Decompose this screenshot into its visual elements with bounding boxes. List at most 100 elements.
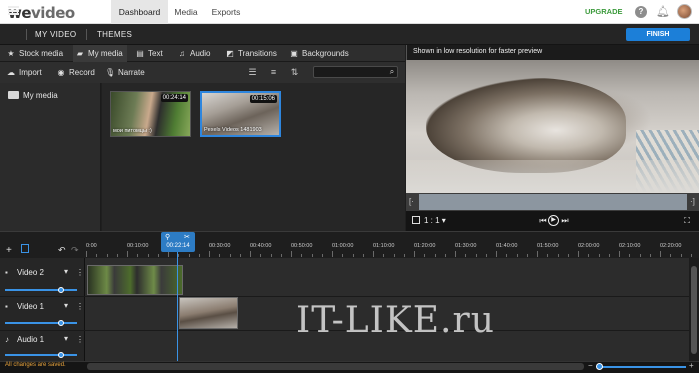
marker-pin-icon[interactable]: ⚲	[165, 233, 170, 241]
folder-item-my-media[interactable]: My media	[8, 91, 58, 100]
track-volume-slider[interactable]	[5, 354, 77, 356]
finish-button[interactable]: FINISH	[626, 28, 690, 41]
ruler-tick-mark	[127, 251, 128, 257]
ruler-tick-label: 01:00:00	[332, 243, 354, 249]
record-icon: ◉	[57, 68, 65, 77]
ruler-tick-mark	[485, 254, 487, 257]
ruler-tick-mark	[649, 254, 651, 257]
trim-start-handle-icon[interactable]: [·	[409, 197, 414, 206]
trim-range[interactable]	[419, 194, 687, 210]
nav-tab-exports[interactable]: Exports	[206, 0, 246, 24]
chevron-down-icon[interactable]: ▾	[64, 301, 68, 310]
track-volume-slider[interactable]	[5, 322, 77, 324]
more-options-icon[interactable]: ⋮	[76, 302, 84, 311]
bell-icon[interactable]: 🔔︎	[656, 5, 670, 18]
tab-my-media[interactable]: ▰ My media	[73, 45, 127, 62]
tab-audio[interactable]: ♫ Audio	[177, 45, 210, 62]
track-volume-knob[interactable]	[58, 320, 64, 326]
ruler-tick-label: 00:40:00	[250, 243, 272, 249]
import-button[interactable]: ☁ Import	[6, 62, 42, 83]
more-options-icon[interactable]: ⋮	[76, 268, 84, 277]
panel-resize-handle-icon[interactable]: ⋮	[403, 122, 411, 131]
avatar[interactable]	[677, 4, 692, 19]
hamburger-menu-icon[interactable]	[8, 6, 19, 15]
timeline-horizontal-scrollbar[interactable]	[87, 363, 584, 370]
add-track-icon[interactable]: +	[6, 245, 12, 256]
ruler-tick-mark	[557, 254, 559, 257]
ruler-tick-label: 02:00:00	[578, 243, 600, 249]
playhead-time: 00:22:14	[166, 243, 190, 249]
sort-icon[interactable]: ⇅	[289, 67, 300, 77]
safe-zone-checkbox[interactable]	[412, 216, 420, 224]
more-options-icon[interactable]: ⋮	[76, 335, 84, 344]
timeline-clip[interactable]	[179, 297, 238, 329]
tab-transitions[interactable]: ◩ Transitions	[225, 45, 277, 62]
track-name[interactable]: Video 2	[17, 268, 44, 277]
track-volume-knob[interactable]	[58, 352, 64, 358]
ruler-tick-mark	[86, 251, 87, 257]
search-icon[interactable]: ⌕	[386, 66, 398, 78]
tab-backgrounds[interactable]: ▣ Backgrounds	[289, 45, 348, 62]
filter-icon[interactable]: ≡	[268, 67, 279, 77]
preview-video-frame[interactable]	[406, 60, 699, 193]
ruler-tick-label: 0:00	[86, 243, 97, 249]
trim-end-handle-icon[interactable]: ·]	[690, 197, 695, 206]
video-track-icon: ▪	[5, 268, 8, 277]
ruler-tick-mark	[280, 254, 282, 257]
themes-button[interactable]: THEMES	[97, 24, 132, 45]
undo-icon[interactable]: ↶	[58, 245, 66, 256]
zoom-slider-knob[interactable]	[596, 363, 603, 370]
aspect-ratio-select[interactable]: 1 : 1 ▾	[424, 211, 446, 231]
ruler-tick-mark	[96, 254, 98, 257]
playhead-line[interactable]	[177, 250, 178, 361]
clip-name: мои питомцы :)	[113, 128, 152, 134]
ruler-tick-label: 02:10:00	[619, 243, 641, 249]
zoom-out-icon[interactable]: −	[588, 361, 593, 370]
ruler-tick-mark	[424, 254, 426, 257]
help-icon[interactable]: ?	[635, 6, 647, 18]
ruler-tick-mark	[598, 254, 600, 257]
ruler-tick-mark	[455, 251, 456, 257]
play-icon[interactable]: ▶	[548, 215, 559, 226]
redo-icon[interactable]: ↷	[71, 245, 79, 256]
chevron-down-icon[interactable]: ▾	[64, 334, 68, 343]
skip-back-icon[interactable]: ⏮	[538, 211, 548, 231]
media-clip-thumbnail-selected[interactable]: 00:15:06 Pexels Videos 1481903	[200, 91, 281, 137]
ruler-tick-label: 00:30:00	[209, 243, 231, 249]
narrate-button[interactable]: 🎙︎ Narrate	[105, 62, 145, 83]
upgrade-link[interactable]: UPGRADE	[585, 0, 623, 24]
skip-forward-icon[interactable]: ⏭	[560, 211, 570, 231]
ruler-tick-mark	[588, 254, 590, 257]
transitions-icon: ◩	[226, 49, 234, 58]
track-name[interactable]: Audio 1	[17, 335, 44, 344]
fullscreen-icon[interactable]: ⛶	[681, 211, 693, 231]
chevron-down-icon[interactable]: ▾	[64, 267, 68, 276]
track-name[interactable]: Video 1	[17, 302, 44, 311]
scissors-icon[interactable]: ✂	[184, 233, 190, 241]
list-view-icon[interactable]: ☰	[247, 67, 258, 77]
zoom-slider[interactable]	[598, 366, 686, 368]
ruler-tick-label: 00:10:00	[127, 243, 149, 249]
track-volume-knob[interactable]	[58, 287, 64, 293]
folder-icon	[8, 91, 19, 99]
tab-stock-media[interactable]: ★ Stock media	[6, 45, 63, 62]
ruler-tick-mark	[414, 251, 415, 257]
ruler-tick-label: 00:50:00	[291, 243, 313, 249]
copy-icon[interactable]	[21, 244, 29, 253]
project-title[interactable]: MY VIDEO	[35, 24, 76, 45]
zoom-in-icon[interactable]: +	[689, 361, 694, 370]
nav-tab-dashboard[interactable]: Dashboard	[111, 0, 168, 24]
timeline-clip[interactable]	[87, 265, 183, 295]
record-button[interactable]: ◉ Record	[56, 62, 95, 83]
preview-message: Shown in low resolution for faster previ…	[413, 48, 543, 55]
media-clip-thumbnail[interactable]: 00:24:14 мои питомцы :)	[110, 91, 191, 137]
save-status: All changes are saved.	[5, 362, 66, 368]
nav-tab-media[interactable]: Media	[168, 0, 204, 24]
scrollbar-thumb[interactable]	[691, 266, 697, 354]
ruler-tick-mark	[680, 254, 682, 257]
tab-text[interactable]: ▤ Text	[135, 45, 162, 62]
track-volume-slider[interactable]	[5, 289, 77, 291]
folder-icon: ▰	[76, 49, 84, 58]
ruler-tick-mark	[229, 254, 231, 257]
ruler-tick-mark	[137, 254, 139, 257]
